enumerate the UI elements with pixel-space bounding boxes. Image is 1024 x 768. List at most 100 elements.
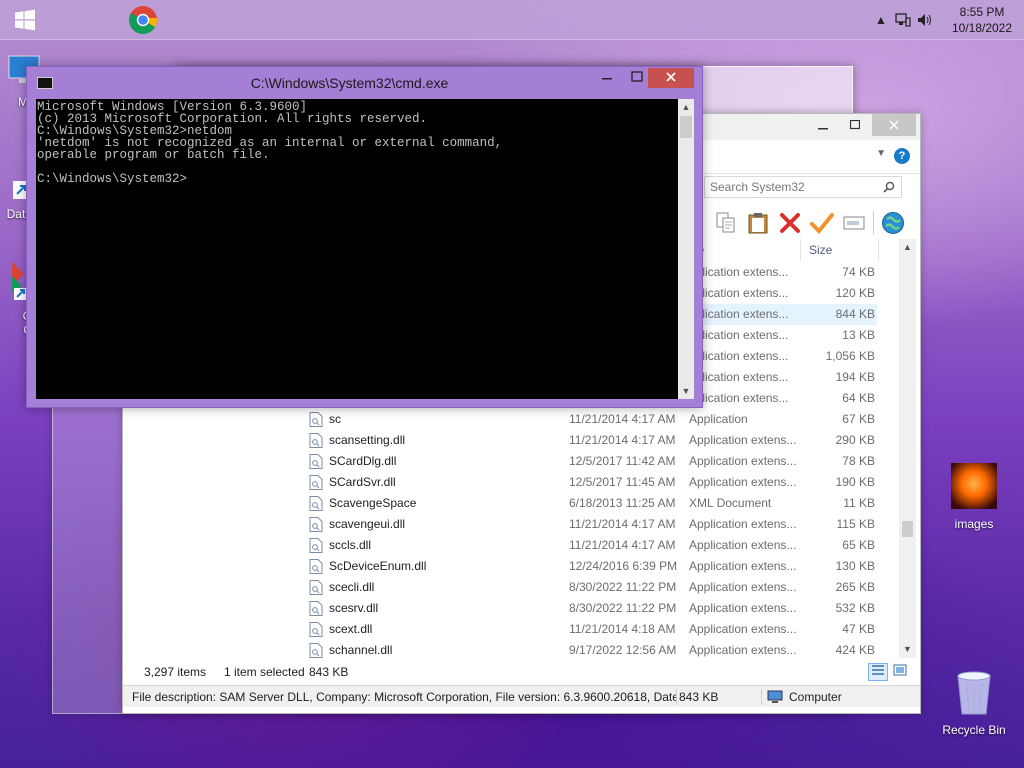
file-type: Application extens... [689,517,797,531]
file-date: 12/5/2017 11:45 AM [569,475,676,489]
file-icon [309,454,323,469]
console-text: Microsoft Windows [Version 6.3.9600] (c)… [37,100,503,186]
file-icon [309,496,323,511]
scrollbar-thumb[interactable] [902,521,913,537]
cmd-maximize-button[interactable] [624,70,650,90]
show-hidden-icons-chevron-icon[interactable]: ▲ [870,9,892,31]
file-type: pplication extens... [689,370,789,384]
desktop-icon-images[interactable]: images [936,462,1012,531]
large-icons-view-icon[interactable] [890,663,910,681]
file-row[interactable]: SCardSvr.dll 12/5/2017 11:45 AM Applicatio… [123,472,899,493]
scrollbar-thumb[interactable] [680,116,692,138]
clock-time: 8:55 PM [959,5,1005,19]
view-switcher [868,663,910,681]
file-date: 12/5/2017 11:42 AM [569,454,676,468]
start-button[interactable] [0,0,50,40]
file-row[interactable]: sccls.dll 11/21/2014 4:17 AM Application e… [123,535,899,556]
console-output[interactable]: Microsoft Windows [Version 6.3.9600] (c)… [36,99,678,399]
file-row[interactable]: scesrv.dll 8/30/2022 11:22 PM Application … [123,598,899,619]
minimize-button[interactable] [808,114,838,136]
delete-icon[interactable] [777,210,803,236]
file-name: ScDeviceEnum.dll [329,559,427,573]
volume-icon[interactable] [914,9,936,31]
help-icon[interactable]: ? [894,148,910,164]
scroll-up-icon[interactable]: ▲ [899,239,916,256]
cmd-minimize-button[interactable] [594,70,620,90]
file-name: scecli.dll [329,580,375,594]
desktop-icon-recycle-bin[interactable]: Recycle Bin [936,670,1012,737]
status-bar: 3,297 items 1 item selected 843 KB [123,662,920,682]
file-type: Application extens... [689,475,797,489]
scroll-down-icon[interactable]: ▼ [899,641,916,658]
search-input[interactable]: Search System32 [704,176,902,198]
file-row[interactable]: scansetting.dll 11/21/2014 4:17 AM Applica… [123,430,899,451]
cmd-vertical-scrollbar[interactable]: ▲ ▼ [678,99,694,399]
file-type: Application extens... [689,559,797,573]
file-icon [309,475,323,490]
file-date: 8/30/2022 11:22 PM [569,580,677,594]
file-row[interactable]: SCardDlg.dll 12/5/2017 11:42 AM Applicatio… [123,451,899,472]
file-row[interactable]: scecli.dll 8/30/2022 11:22 PM Application … [123,577,899,598]
clock-date: 10/18/2022 [951,21,1013,35]
copy-icon[interactable] [713,210,739,236]
selection-count: 1 item selected [224,665,305,679]
file-name: scext.dll [329,622,373,636]
file-row[interactable]: sc 11/21/2014 4:17 AM Application 67 KB [123,409,899,430]
taskbar-chrome[interactable] [114,2,172,38]
cmd-titlebar[interactable]: C:\Windows\System32\cmd.exe [27,67,702,99]
file-name: scansetting.dll [329,433,406,447]
rename-icon[interactable] [841,210,867,236]
vertical-scrollbar[interactable]: ▲ ▼ [899,239,916,658]
explorer-toolbar [713,208,906,238]
file-icon [309,601,323,616]
details-size: 843 KB [679,690,719,704]
clock[interactable]: 8:55 PM 10/18/2022 [940,4,1024,36]
file-icon [309,622,323,637]
scroll-down-icon[interactable]: ▼ [678,383,694,399]
cmd-close-button[interactable] [648,68,694,88]
file-date: 11/21/2014 4:17 AM [569,433,676,447]
search-icon[interactable] [883,179,895,199]
chrome-icon [129,6,157,34]
file-type: Application extens... [689,601,797,615]
file-row[interactable]: schannel.dll 9/17/2022 12:56 AM Applicatio… [123,640,899,661]
file-icon [309,580,323,595]
file-row[interactable]: ScDeviceEnum.dll 12/24/2016 6:39 PM Applic… [123,556,899,577]
system-tray: ▲ 8:55 PM 10/18/2022 [870,0,1024,40]
location-label: Computer [789,690,842,704]
file-date: 11/21/2014 4:17 AM [569,538,676,552]
file-icon [309,412,323,427]
column-header-type[interactable]: pe [689,239,801,261]
file-type: Application extens... [689,622,797,636]
close-icon [889,120,899,130]
file-name: SCardSvr.dll [329,475,396,489]
details-view-icon[interactable] [868,663,888,681]
file-size: 65 KB [842,538,875,552]
file-name: ScavengeSpace [329,496,417,510]
file-row[interactable]: scavengeui.dll 11/21/2014 4:17 AM Applicat… [123,514,899,535]
file-type: XML Document [689,496,772,510]
file-size: 115 KB [836,517,875,531]
scroll-up-icon[interactable]: ▲ [678,99,694,115]
maximize-button[interactable] [840,114,870,136]
close-button[interactable] [872,114,916,136]
expand-ribbon-chevron-icon[interactable]: ▼ [876,148,886,159]
image-folder-icon [951,463,997,509]
command-prompt-window: C:\Windows\System32\cmd.exe Microsoft Wi… [26,66,703,408]
file-type: Application [689,412,748,426]
column-header-size[interactable]: Size [803,239,879,261]
paste-icon[interactable] [745,210,771,236]
file-size: 13 KB [842,328,875,342]
network-icon[interactable] [892,9,914,31]
desktop-icon-label: Recycle Bin [942,723,1006,737]
file-row[interactable]: ScavengeSpace 6/18/2013 11:25 AM XML Docum… [123,493,899,514]
minimize-icon [818,128,828,130]
file-size: 78 KB [842,454,875,468]
file-row[interactable]: scext.dll 11/21/2014 4:18 AM Application e… [123,619,899,640]
checkmark-icon[interactable] [809,210,835,236]
globe-icon[interactable] [880,210,906,236]
selection-size: 843 KB [309,665,349,679]
file-size: 1,056 KB [825,349,875,363]
file-type: pplication extens... [689,349,789,363]
file-size: 11 KB [843,496,875,510]
